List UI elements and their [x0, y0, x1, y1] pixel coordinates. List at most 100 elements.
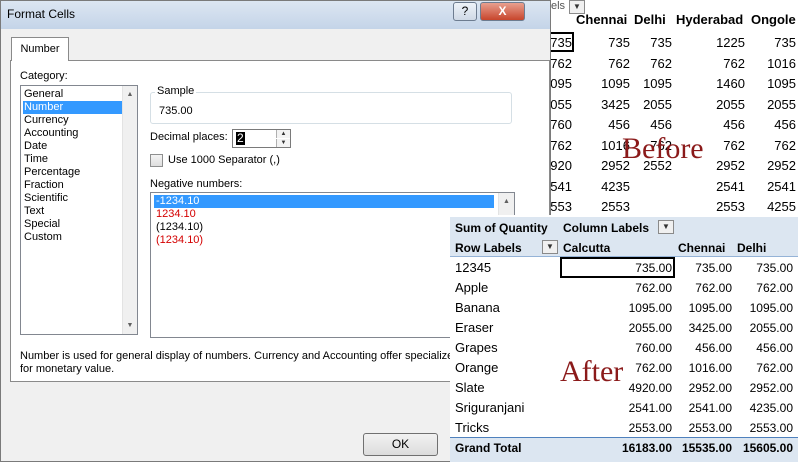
- negative-format-option[interactable]: (1234.10): [154, 221, 203, 234]
- after-label: After: [560, 355, 624, 388]
- before-cell: 456: [723, 117, 745, 132]
- dialog-titlebar[interactable]: Format Cells ? X: [1, 1, 550, 29]
- category-item-number[interactable]: Number: [23, 101, 124, 114]
- pivot-cell: 456.00: [756, 341, 793, 355]
- pivot-cell: 762.00: [756, 361, 793, 375]
- pivot-cell: 3425.00: [688, 321, 732, 335]
- category-item-time[interactable]: Time: [23, 153, 48, 166]
- before-cell: 1095: [601, 76, 630, 91]
- pivot-cell: 760.00: [635, 341, 672, 355]
- before-cell: 4235: [601, 178, 630, 194]
- before-cell: 1225: [716, 35, 745, 50]
- sample-value: 735.00: [159, 105, 193, 117]
- pivot-cell: 2553.00: [688, 421, 732, 435]
- grand-total-value: 15535.00: [681, 441, 732, 455]
- pivot-cell: 2541.00: [688, 401, 732, 415]
- category-item-scientific[interactable]: Scientific: [23, 192, 68, 205]
- negative-format-option[interactable]: (1234.10): [154, 234, 203, 247]
- pivot-cell: 735.00: [695, 261, 732, 275]
- after-pivot-table: Sum of Quantity Column Labels ▼ Row Labe…: [450, 215, 798, 462]
- pivot-cell: 2541.00: [628, 401, 672, 415]
- before-label: Before: [622, 132, 704, 165]
- sample-group: [150, 92, 512, 124]
- before-cell: 735: [608, 35, 630, 50]
- category-scrollbar[interactable]: ▲ ▼: [122, 86, 137, 334]
- pivot-cell: 2952.00: [688, 381, 732, 395]
- row-labels-header: Row Labels: [455, 241, 522, 255]
- sum-of-quantity-label: Sum of Quantity: [455, 221, 548, 235]
- pivot-col-header: Calcutta: [563, 241, 611, 255]
- close-button[interactable]: X: [480, 2, 525, 21]
- category-item-fraction[interactable]: Fraction: [23, 179, 64, 192]
- separator-label[interactable]: Use 1000 Separator (,): [168, 154, 280, 166]
- grand-total-value: 16183.00: [621, 441, 672, 455]
- decimal-places-spinner[interactable]: 2 ▲ ▼: [232, 129, 291, 148]
- column-labels-header: Column Labels: [563, 221, 650, 235]
- category-list[interactable]: General Number Currency Accounting Date Time P…: [20, 85, 138, 335]
- help-button[interactable]: ?: [453, 2, 477, 21]
- category-item-percentage[interactable]: Percentage: [23, 166, 80, 179]
- before-cell: 1016: [767, 55, 796, 71]
- tab-number[interactable]: Number: [11, 37, 69, 61]
- pivot-cell: 4235.00: [749, 401, 793, 415]
- pivot-cell: 1095.00: [749, 301, 793, 315]
- before-cell: 456: [774, 117, 796, 132]
- pivot-cell: 762.00: [756, 281, 793, 295]
- category-item-custom[interactable]: Custom: [23, 231, 62, 244]
- pivot-col-header: Chennai: [678, 241, 726, 255]
- pivot-row-label: Slate: [455, 380, 485, 395]
- grand-total-label: Grand Total: [455, 441, 522, 455]
- before-cell: 1095: [643, 76, 672, 91]
- category-item-date[interactable]: Date: [23, 140, 47, 153]
- pivot-cell: 2055.00: [628, 321, 672, 335]
- active-cell-outline[interactable]: [560, 257, 675, 278]
- pivot-row-label: Tricks: [455, 420, 490, 435]
- pivot-cell: 2952.00: [749, 381, 793, 395]
- before-cell: 1095: [767, 76, 796, 91]
- spin-down-icon[interactable]: ▼: [276, 139, 290, 147]
- pivot-cell: 762.00: [635, 281, 672, 295]
- pivot-cell: 735.00: [756, 261, 793, 275]
- pivot-row-label: Apple: [455, 280, 489, 295]
- category-item-text[interactable]: Text: [23, 205, 44, 218]
- before-cell: 762: [774, 137, 796, 153]
- sample-label: Sample: [155, 85, 197, 97]
- decimal-places-value[interactable]: 2: [236, 132, 245, 145]
- before-col-header: Delhi: [634, 12, 666, 27]
- before-cell: 1460: [716, 76, 745, 91]
- before-cell: 2553: [716, 199, 745, 214]
- category-item-special[interactable]: Special: [23, 218, 60, 231]
- separator-checkbox[interactable]: [150, 154, 163, 167]
- category-item-currency[interactable]: Currency: [23, 114, 69, 127]
- pivot-cell: 2055.00: [749, 321, 793, 335]
- before-cell: 762: [650, 55, 672, 71]
- category-label: Category:: [20, 70, 68, 82]
- pivot-cell: 1095.00: [628, 301, 672, 315]
- column-filter-icon[interactable]: ▼: [658, 220, 674, 234]
- scroll-down-icon[interactable]: ▼: [123, 317, 137, 334]
- grand-total-value: 15605.00: [742, 441, 793, 455]
- before-cell: 2055: [643, 96, 672, 112]
- decimal-places-label: Decimal places:: [150, 131, 228, 143]
- negative-format-option[interactable]: 1234.10: [154, 208, 196, 221]
- pivot-cell: 1016.00: [688, 361, 732, 375]
- scroll-up-icon[interactable]: ▲: [123, 86, 137, 103]
- pivot-row-label: Eraser: [455, 320, 494, 335]
- category-item-general[interactable]: General: [23, 88, 63, 101]
- pivot-cell: 2553.00: [749, 421, 793, 435]
- before-cell: 4255: [767, 199, 796, 214]
- dialog-title: Format Cells: [7, 7, 76, 21]
- scroll-up-icon[interactable]: ▲: [499, 193, 514, 210]
- negative-numbers-label: Negative numbers:: [150, 178, 243, 190]
- before-cell: 2541: [767, 178, 796, 194]
- negative-format-option[interactable]: -1234.10: [154, 195, 494, 208]
- category-item-accounting[interactable]: Accounting: [23, 127, 78, 140]
- pivot-cell: 1095.00: [688, 301, 732, 315]
- ok-button[interactable]: OK: [363, 433, 438, 456]
- pivot-col-header: Delhi: [737, 241, 767, 255]
- before-cell: 3425: [601, 96, 630, 112]
- row-filter-icon[interactable]: ▼: [542, 240, 558, 254]
- spin-up-icon[interactable]: ▲: [276, 130, 290, 138]
- pivot-row-label: 12345: [455, 260, 492, 275]
- before-cell: 2553: [601, 199, 630, 214]
